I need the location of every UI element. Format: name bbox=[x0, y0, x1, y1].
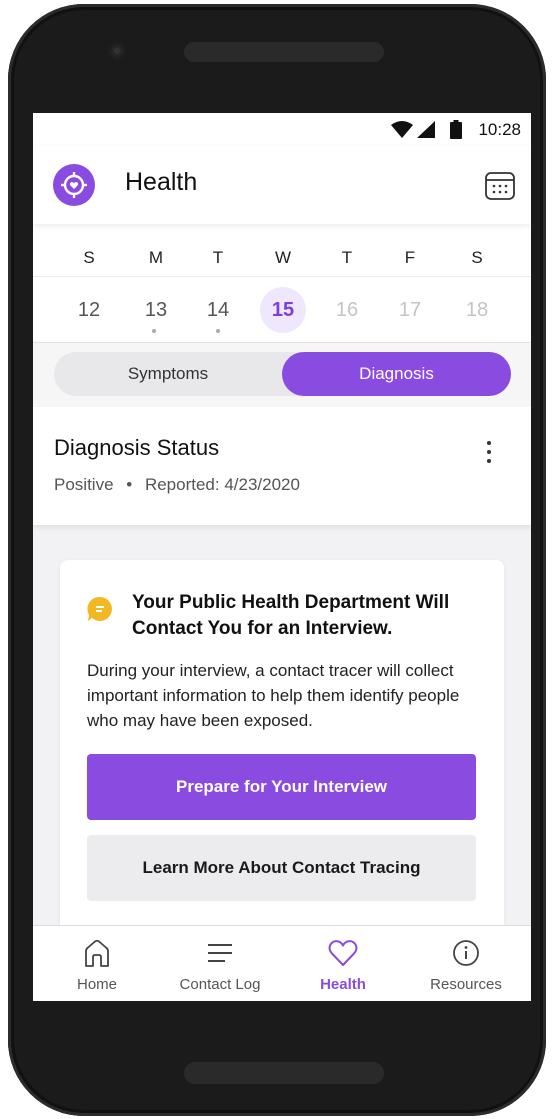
day-of-week: T bbox=[212, 248, 224, 267]
day-of-week: F bbox=[404, 248, 416, 267]
tab-resources[interactable]: Resources bbox=[411, 926, 521, 1001]
entry-dot bbox=[152, 329, 156, 333]
diagnosis-status-card: Diagnosis Status Positive • Reported: 4/… bbox=[33, 407, 531, 525]
day-of-week: M bbox=[148, 248, 164, 267]
app-screen: 10:28 Health S M T W T F S 12 13 14 15 1… bbox=[33, 113, 531, 1001]
separator-dot: • bbox=[126, 475, 133, 494]
tab-contact-log[interactable]: Contact Log bbox=[165, 926, 275, 1001]
tab-resources-label: Resources bbox=[430, 976, 502, 993]
date-13[interactable]: 13 bbox=[133, 287, 179, 333]
learn-more-button[interactable]: Learn More About Contact Tracing bbox=[87, 835, 476, 901]
wifi-icon bbox=[391, 121, 413, 138]
day-of-week: T bbox=[341, 248, 353, 267]
day-of-week: S bbox=[83, 248, 95, 267]
divider bbox=[33, 276, 531, 277]
diagnosis-status-line: Positive • Reported: 4/23/2020 bbox=[54, 475, 300, 495]
bottom-speaker bbox=[184, 1062, 384, 1084]
info-icon bbox=[453, 940, 479, 966]
tab-home[interactable]: Home bbox=[42, 926, 152, 1001]
bottom-tab-bar: Home Contact Log Health Resources bbox=[33, 925, 531, 1001]
reported-date: Reported: 4/23/2020 bbox=[144, 475, 300, 494]
earpiece-speaker bbox=[184, 42, 384, 62]
segmented-control: Symptoms Diagnosis bbox=[54, 352, 511, 396]
day-of-week: S bbox=[471, 248, 483, 267]
heart-icon bbox=[328, 940, 358, 966]
calendar-icon[interactable] bbox=[483, 168, 517, 202]
front-camera bbox=[108, 42, 126, 60]
interview-info-card: Your Public Health Department Will Conta… bbox=[60, 560, 504, 980]
card-body: During your interview, a contact tracer … bbox=[87, 661, 460, 730]
segment-container: Symptoms Diagnosis bbox=[33, 342, 531, 408]
week-strip: S M T W T F S 12 13 14 15 16 17 18 bbox=[33, 224, 531, 342]
tab-health-label: Health bbox=[320, 976, 366, 993]
diagnosis-result: Positive bbox=[54, 475, 114, 494]
status-time: 10:28 bbox=[478, 120, 521, 139]
prepare-interview-button[interactable]: Prepare for Your Interview bbox=[87, 754, 476, 820]
tab-home-label: Home bbox=[76, 976, 117, 993]
more-options-icon[interactable] bbox=[487, 441, 493, 467]
date-12[interactable]: 12 bbox=[66, 287, 112, 333]
card-heading: Your Public Health Department Will Conta… bbox=[132, 592, 450, 639]
day-of-week: W bbox=[274, 248, 292, 267]
page-title: Health bbox=[125, 168, 198, 196]
date-17: 17 bbox=[398, 299, 422, 321]
entry-dot bbox=[216, 329, 220, 333]
tab-symptoms[interactable]: Symptoms bbox=[54, 352, 282, 396]
date-14[interactable]: 14 bbox=[195, 287, 241, 333]
date-15-selected[interactable]: 15 bbox=[260, 287, 306, 333]
home-icon bbox=[85, 939, 109, 967]
date-16: 16 bbox=[335, 299, 359, 321]
heart-target-icon bbox=[53, 164, 95, 206]
chat-bubble-icon bbox=[87, 596, 112, 621]
tab-contact-log-label: Contact Log bbox=[179, 976, 261, 993]
date-18: 18 bbox=[465, 299, 489, 321]
signal-icon bbox=[417, 121, 435, 138]
status-bar: 10:28 bbox=[33, 113, 531, 146]
tab-health[interactable]: Health bbox=[288, 926, 398, 1001]
battery-icon bbox=[450, 120, 462, 139]
tab-diagnosis[interactable]: Diagnosis bbox=[282, 352, 511, 396]
app-bar: Health bbox=[33, 146, 531, 224]
menu-lines-icon bbox=[208, 944, 232, 962]
diagnosis-status-title: Diagnosis Status bbox=[54, 435, 220, 460]
